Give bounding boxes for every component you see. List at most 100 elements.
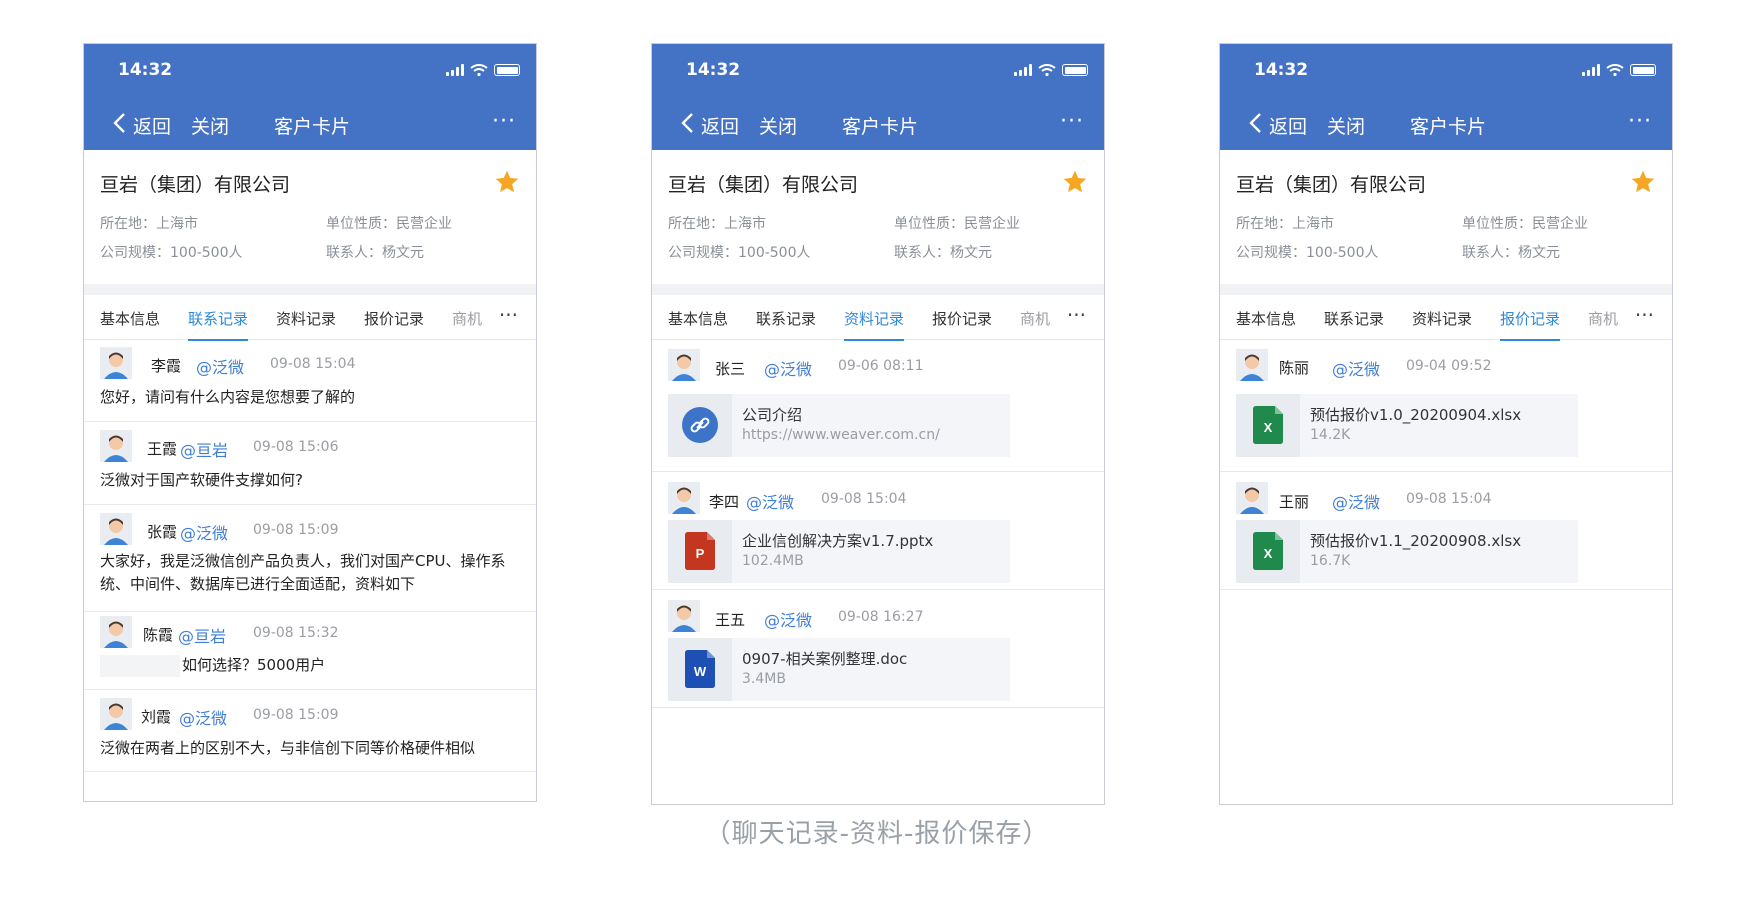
- list-item: 陈霞 @亘岩 09-08 15:32 如何选择？5000用户: [84, 612, 536, 690]
- battery-icon: [1630, 64, 1656, 76]
- favorite-star-icon[interactable]: [1630, 169, 1656, 195]
- back-button[interactable]: 返回: [133, 112, 171, 139]
- company-contact: 联系人：杨文元: [326, 245, 424, 261]
- favorite-star-icon[interactable]: [1062, 169, 1088, 195]
- status-time: 14:32: [1254, 60, 1309, 80]
- avatar: [100, 698, 132, 730]
- status-icons: [446, 64, 520, 76]
- list-item: 李四 @泛微 09-08 15:04 P 企业信创解决方案v1.7.pptx 1…: [652, 472, 1104, 590]
- tabs-more-icon[interactable]: ···: [499, 303, 518, 327]
- phone-screen-contact-records: 14:32 返回 关闭 客户卡片 ··· 亘岩（集团）有限公司 所在地：上海市 …: [83, 43, 537, 802]
- message-mention[interactable]: @泛微: [180, 520, 228, 544]
- attachment-name: 公司介绍: [742, 406, 803, 424]
- avatar: [1236, 482, 1268, 514]
- wifi-icon: [1606, 64, 1624, 76]
- word-icon: W: [685, 650, 715, 688]
- message-mention[interactable]: @亘岩: [178, 623, 226, 647]
- company-scale: 公司规模：100-500人: [668, 245, 811, 261]
- record-user: 王丽: [1279, 493, 1310, 511]
- tab-document-records[interactable]: 资料记录: [844, 308, 905, 341]
- tab-quote-records[interactable]: 报价记录: [932, 308, 992, 329]
- header-bar: 14:32 返回 关闭 客户卡片 ···: [652, 44, 1104, 150]
- record-time: 09-08 15:04: [1406, 491, 1492, 507]
- attachment-card[interactable]: X 预估报价v1.0_20200904.xlsx 14.2K: [1236, 394, 1578, 457]
- tab-contact-records[interactable]: 联系记录: [1324, 308, 1384, 329]
- signal-icon: [1582, 64, 1600, 76]
- attachment-card[interactable]: W 0907-相关案例整理.doc 3.4MB: [668, 638, 1010, 701]
- more-menu-icon[interactable]: ···: [1060, 111, 1084, 133]
- attachment-card[interactable]: 公司介绍 https://www.weaver.com.cn/: [668, 394, 1010, 457]
- company-card: 亘岩（集团）有限公司 所在地：上海市 单位性质：民营企业 公司规模：100-50…: [84, 150, 536, 295]
- close-button[interactable]: 关闭: [759, 112, 797, 139]
- status-time: 14:32: [686, 60, 741, 80]
- more-menu-icon[interactable]: ···: [1628, 111, 1652, 133]
- avatar: [100, 513, 132, 545]
- svg-text:P: P: [696, 546, 705, 561]
- back-chevron-icon[interactable]: [1246, 111, 1266, 135]
- message-mention[interactable]: @亘岩: [180, 437, 228, 461]
- message-text: 泛微在两者上的区别不大，与非信创下同等价格硬件相似: [100, 739, 476, 757]
- tab-bar: 基本信息 联系记录 资料记录 报价记录 商机 ···: [652, 295, 1104, 341]
- record-mention[interactable]: @泛微: [764, 607, 812, 631]
- file-icon-area: P: [668, 520, 732, 583]
- company-contact: 联系人：杨文元: [1462, 245, 1560, 261]
- tab-basic-info[interactable]: 基本信息: [100, 308, 160, 329]
- tab-opportunity[interactable]: 商机: [452, 308, 482, 329]
- tab-contact-records[interactable]: 联系记录: [756, 308, 816, 329]
- tab-bar: 基本信息 联系记录 资料记录 报价记录 商机 ···: [84, 295, 536, 341]
- close-button[interactable]: 关闭: [1327, 112, 1365, 139]
- record-user: 陈丽: [1279, 359, 1310, 377]
- company-scale: 公司规模：100-500人: [1236, 245, 1379, 261]
- list-item: 李霞 @泛微 09-08 15:04 您好，请问有什么内容是您想要了解的: [84, 340, 536, 422]
- back-chevron-icon[interactable]: [678, 111, 698, 135]
- message-mention[interactable]: @泛微: [196, 354, 244, 378]
- back-chevron-icon[interactable]: [110, 111, 130, 135]
- attachment-name: 预估报价v1.1_20200908.xlsx: [1310, 532, 1522, 550]
- header-bar: 14:32 返回 关闭 客户卡片 ···: [1220, 44, 1672, 150]
- company-nature: 单位性质：民营企业: [1462, 216, 1588, 232]
- back-button[interactable]: 返回: [701, 112, 739, 139]
- message-user: 张霞: [147, 523, 178, 541]
- tab-document-records[interactable]: 资料记录: [276, 308, 336, 329]
- message-mention[interactable]: @泛微: [179, 705, 227, 729]
- tabs-more-icon[interactable]: ···: [1067, 303, 1086, 327]
- record-mention[interactable]: @泛微: [746, 489, 794, 513]
- attachment-card[interactable]: X 预估报价v1.1_20200908.xlsx 16.7K: [1236, 520, 1578, 583]
- tab-contact-records[interactable]: 联系记录: [188, 308, 249, 341]
- status-icons: [1582, 64, 1656, 76]
- attachment-card[interactable]: P 企业信创解决方案v1.7.pptx 102.4MB: [668, 520, 1010, 583]
- tab-opportunity[interactable]: 商机: [1020, 308, 1050, 329]
- company-name: 亘岩（集团）有限公司: [1236, 174, 1427, 196]
- list-item: 张三 @泛微 09-06 08:11 公司介绍 https://www.weav…: [652, 340, 1104, 472]
- record-time: 09-08 15:04: [821, 491, 907, 507]
- record-time: 09-06 08:11: [838, 358, 924, 374]
- tab-quote-records[interactable]: 报价记录: [364, 308, 424, 329]
- tab-document-records[interactable]: 资料记录: [1412, 308, 1472, 329]
- message-user: 李霞: [151, 357, 182, 375]
- tab-basic-info[interactable]: 基本信息: [668, 308, 728, 329]
- back-button[interactable]: 返回: [1269, 112, 1307, 139]
- svg-text:X: X: [1264, 420, 1273, 435]
- company-location: 所在地：上海市: [668, 216, 766, 232]
- message-time: 09-08 15:32: [253, 625, 339, 641]
- header-bar: 14:32 返回 关闭 客户卡片 ···: [84, 44, 536, 150]
- record-mention[interactable]: @泛微: [1332, 356, 1380, 380]
- company-location: 所在地：上海市: [100, 216, 198, 232]
- message-text: 您好，请问有什么内容是您想要了解的: [100, 388, 356, 406]
- tab-quote-records[interactable]: 报价记录: [1500, 308, 1561, 341]
- record-user: 王五: [715, 611, 746, 629]
- file-icon-area: [668, 394, 732, 457]
- tabs-more-icon[interactable]: ···: [1635, 303, 1654, 327]
- record-mention[interactable]: @泛微: [1332, 489, 1380, 513]
- favorite-star-icon[interactable]: [494, 169, 520, 195]
- close-button[interactable]: 关闭: [191, 112, 229, 139]
- list-item: 刘霞 @泛微 09-08 15:09 泛微在两者上的区别不大，与非信创下同等价格…: [84, 690, 536, 772]
- message-time: 09-08 15:09: [253, 522, 339, 538]
- company-scale: 公司规模：100-500人: [100, 245, 243, 261]
- figure-caption: （聊天记录-资料-报价保存）: [704, 819, 1050, 849]
- record-mention[interactable]: @泛微: [764, 356, 812, 380]
- more-menu-icon[interactable]: ···: [492, 111, 516, 133]
- tab-basic-info[interactable]: 基本信息: [1236, 308, 1296, 329]
- attachment-name: 0907-相关案例整理.doc: [742, 650, 908, 668]
- tab-opportunity[interactable]: 商机: [1588, 308, 1618, 329]
